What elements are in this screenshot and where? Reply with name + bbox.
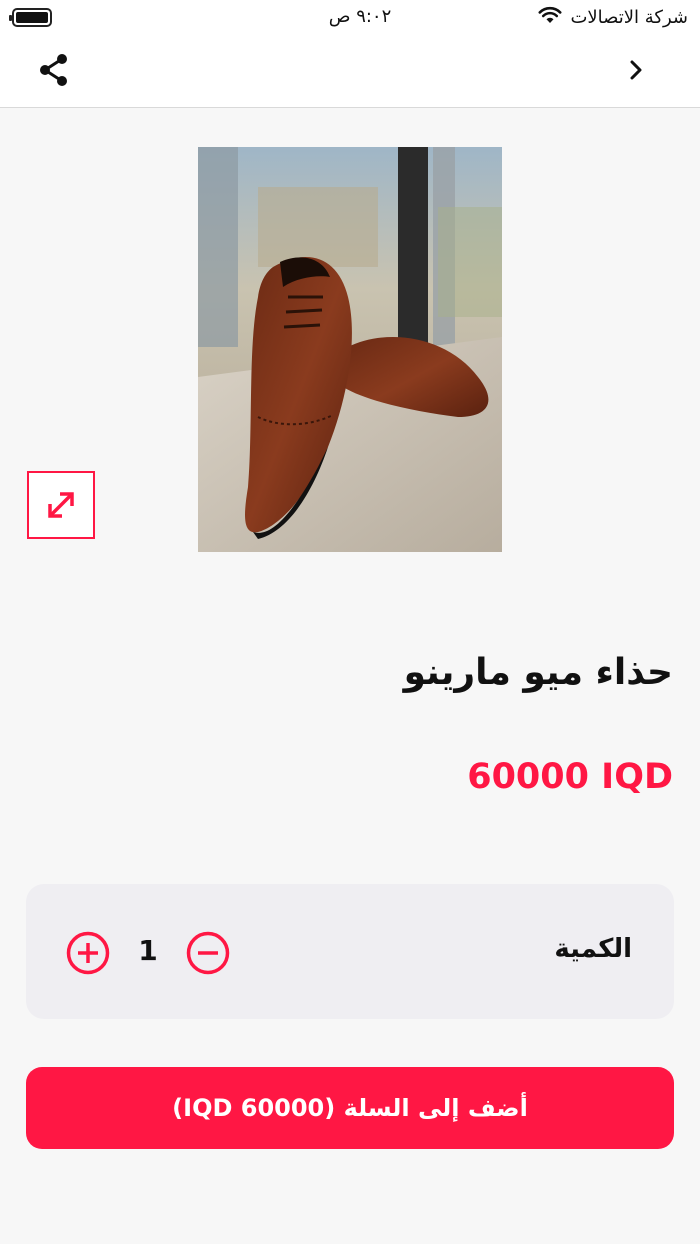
plus-circle-icon	[66, 931, 110, 975]
quantity-panel: الكمية 1	[26, 884, 674, 1019]
carrier-info: شركة الاتصالات	[538, 6, 688, 29]
expand-arrows-icon	[48, 492, 74, 518]
product-price: 60000 IQD	[467, 757, 673, 797]
status-time: ٩:٠٢ ص	[328, 6, 392, 27]
minus-circle-icon	[186, 931, 230, 975]
expand-image-button[interactable]	[27, 471, 95, 539]
status-bar: ٩:٠٢ ص شركة الاتصالات	[0, 0, 700, 36]
decrease-quantity-button[interactable]	[186, 931, 230, 975]
battery-icon	[9, 8, 52, 27]
add-to-cart-button[interactable]: أضف إلى السلة (IQD 60000)	[26, 1067, 674, 1149]
product-title: حذاء ميو مارينو	[403, 652, 673, 693]
product-image[interactable]	[198, 147, 502, 552]
quantity-value: 1	[138, 934, 158, 967]
increase-quantity-button[interactable]	[66, 931, 110, 975]
quantity-label: الكمية	[554, 934, 632, 964]
share-button[interactable]	[34, 50, 74, 90]
chevron-right-icon	[630, 60, 642, 80]
back-button[interactable]	[616, 50, 656, 90]
carrier-name: شركة الاتصالات	[570, 7, 688, 28]
navigation-bar	[0, 36, 700, 108]
share-icon	[40, 54, 67, 86]
wifi-icon	[538, 6, 562, 29]
